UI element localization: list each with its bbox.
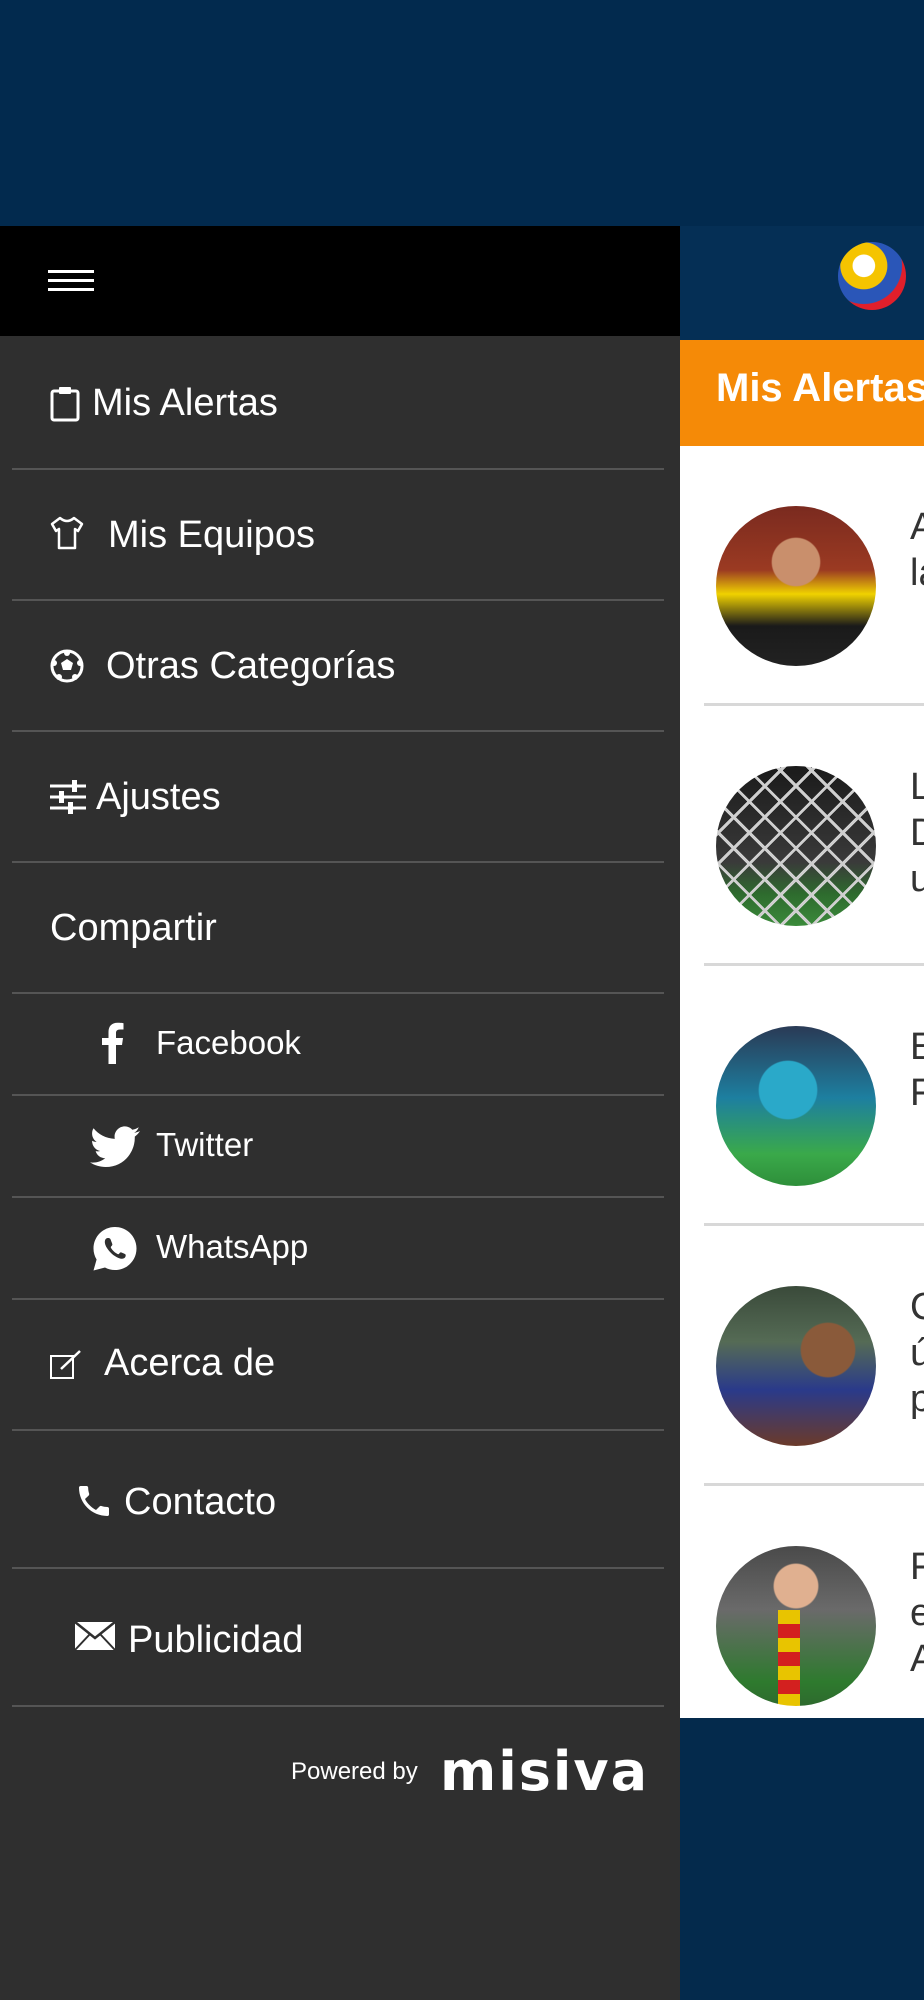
powered-by-label: Powered by <box>291 1758 418 1785</box>
news-snippet: L D u <box>910 766 924 900</box>
menu-label: Mis Alertas <box>92 382 278 424</box>
menu-label: Publicidad <box>128 1619 304 1661</box>
facebook-icon <box>102 1022 124 1064</box>
news-list[interactable]: A la L D u E F C ú p F e A <box>680 446 924 1718</box>
news-thumbnail <box>716 1026 876 1186</box>
menu-item-mis-equipos[interactable]: Mis Equipos <box>0 470 680 601</box>
news-thumbnail <box>716 506 876 666</box>
menu-label: Acerca de <box>104 1342 276 1384</box>
status-area <box>0 0 924 226</box>
menu-item-mis-alertas[interactable]: Mis Alertas <box>0 336 680 470</box>
whatsapp-icon <box>93 1227 137 1271</box>
edit-icon <box>50 1350 81 1379</box>
misiva-logo: misiva <box>440 1740 650 1803</box>
news-item[interactable]: L D u <box>680 706 924 966</box>
hamburger-menu-icon[interactable] <box>48 270 94 292</box>
menu-label: Mis Equipos <box>108 514 315 556</box>
clipboard-icon <box>50 387 80 422</box>
news-snippet: E F <box>910 1026 924 1114</box>
share-label: Facebook <box>156 1024 301 1061</box>
share-twitter[interactable]: Twitter <box>0 1096 680 1198</box>
news-thumbnail <box>716 766 876 926</box>
menu-item-compartir: Compartir <box>0 863 680 994</box>
menu-label: Otras Categorías <box>106 645 396 687</box>
share-facebook[interactable]: Facebook <box>0 994 680 1096</box>
section-title: Mis Alertas <box>716 366 924 410</box>
menu-item-acerca-de[interactable]: Acerca de <box>0 1300 680 1431</box>
news-snippet: C ú p <box>910 1286 924 1420</box>
menu-label: Ajustes <box>96 776 221 818</box>
menu-item-otras-categorias[interactable]: Otras Categorías <box>0 601 680 732</box>
news-thumbnail <box>716 1286 876 1446</box>
menu-item-ajustes[interactable]: Ajustes <box>0 732 680 863</box>
menu-label: Compartir <box>50 907 217 949</box>
jersey-icon <box>50 516 84 550</box>
news-thumbnail <box>716 1546 876 1706</box>
news-item[interactable]: E F <box>680 966 924 1226</box>
navigation-drawer: Mis Alertas Mis Equipos Otras Categorías <box>0 226 680 2000</box>
sliders-icon <box>50 780 86 814</box>
share-label: Twitter <box>156 1126 254 1163</box>
menu-item-publicidad[interactable]: Publicidad <box>0 1569 680 1707</box>
news-item[interactable]: F e A <box>680 1486 924 1718</box>
drawer-header <box>0 226 680 336</box>
app-logo <box>838 242 906 310</box>
news-item[interactable]: A la <box>680 446 924 706</box>
share-whatsapp[interactable]: WhatsApp <box>0 1198 680 1300</box>
share-label: WhatsApp <box>156 1228 309 1265</box>
twitter-icon <box>90 1126 140 1167</box>
mail-icon <box>74 1621 116 1651</box>
menu-item-contacto[interactable]: Contacto <box>0 1431 680 1569</box>
news-item[interactable]: C ú p <box>680 1226 924 1486</box>
menu-label: Contacto <box>124 1481 277 1523</box>
soccer-ball-icon <box>50 649 84 683</box>
phone-icon <box>79 1486 109 1516</box>
news-snippet: A la <box>910 506 924 594</box>
news-snippet: F e A <box>910 1546 924 1680</box>
